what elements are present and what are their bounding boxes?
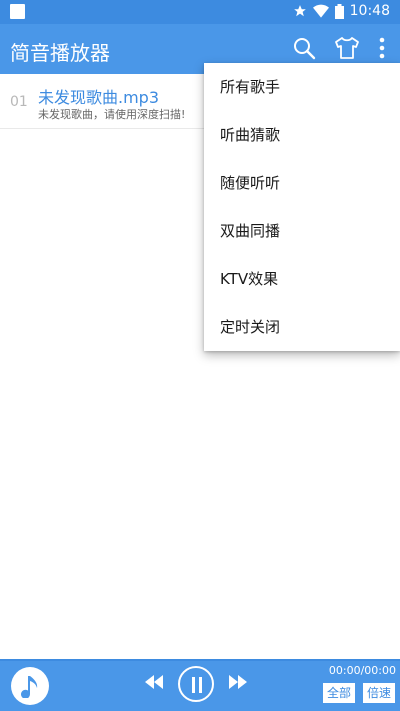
menu-item-guess-song[interactable]: 听曲猜歌 — [204, 111, 400, 159]
menu-item-dual-play[interactable]: 双曲同播 — [204, 207, 400, 255]
next-icon[interactable] — [226, 673, 250, 695]
item-index: 01 — [10, 94, 28, 110]
item-title: 未发现歌曲.mp3 — [38, 88, 160, 107]
playback-time: 00:00/00:00 — [328, 664, 396, 677]
status-bar: 10:48 — [0, 0, 400, 24]
status-right: 10:48 — [293, 3, 390, 19]
overflow-menu: 所有歌手 听曲猜歌 随便听听 双曲同播 KTV效果 定时关闭 — [204, 63, 400, 351]
more-vert-icon[interactable] — [378, 36, 386, 60]
player-bar: 00:00/00:00 全部 倍速 — [0, 659, 400, 711]
search-icon[interactable] — [292, 36, 316, 60]
menu-item-ktv-effect[interactable]: KTV效果 — [204, 255, 400, 303]
app-title: 简音播放器 — [10, 41, 110, 65]
status-time: 10:48 — [349, 3, 390, 19]
theme-shirt-icon[interactable] — [334, 36, 360, 60]
menu-item-random-listen[interactable]: 随便听听 — [204, 159, 400, 207]
playback-controls — [142, 666, 250, 702]
notification-icon — [10, 4, 25, 19]
wifi-icon — [312, 4, 329, 18]
item-subtitle: 未发现歌曲，请使用深度扫描! — [38, 108, 186, 121]
play-mode-button[interactable]: 全部 — [323, 683, 356, 703]
battery-icon — [334, 3, 344, 19]
speed-button[interactable]: 倍速 — [363, 683, 396, 703]
menu-item-sleep-timer[interactable]: 定时关闭 — [204, 303, 400, 351]
previous-icon[interactable] — [142, 673, 166, 695]
pause-button[interactable] — [178, 666, 214, 702]
now-playing-button[interactable] — [11, 667, 49, 705]
star-icon — [293, 4, 307, 18]
music-note-icon — [21, 676, 38, 698]
menu-item-all-artists[interactable]: 所有歌手 — [204, 63, 400, 111]
app-actions — [292, 36, 386, 60]
